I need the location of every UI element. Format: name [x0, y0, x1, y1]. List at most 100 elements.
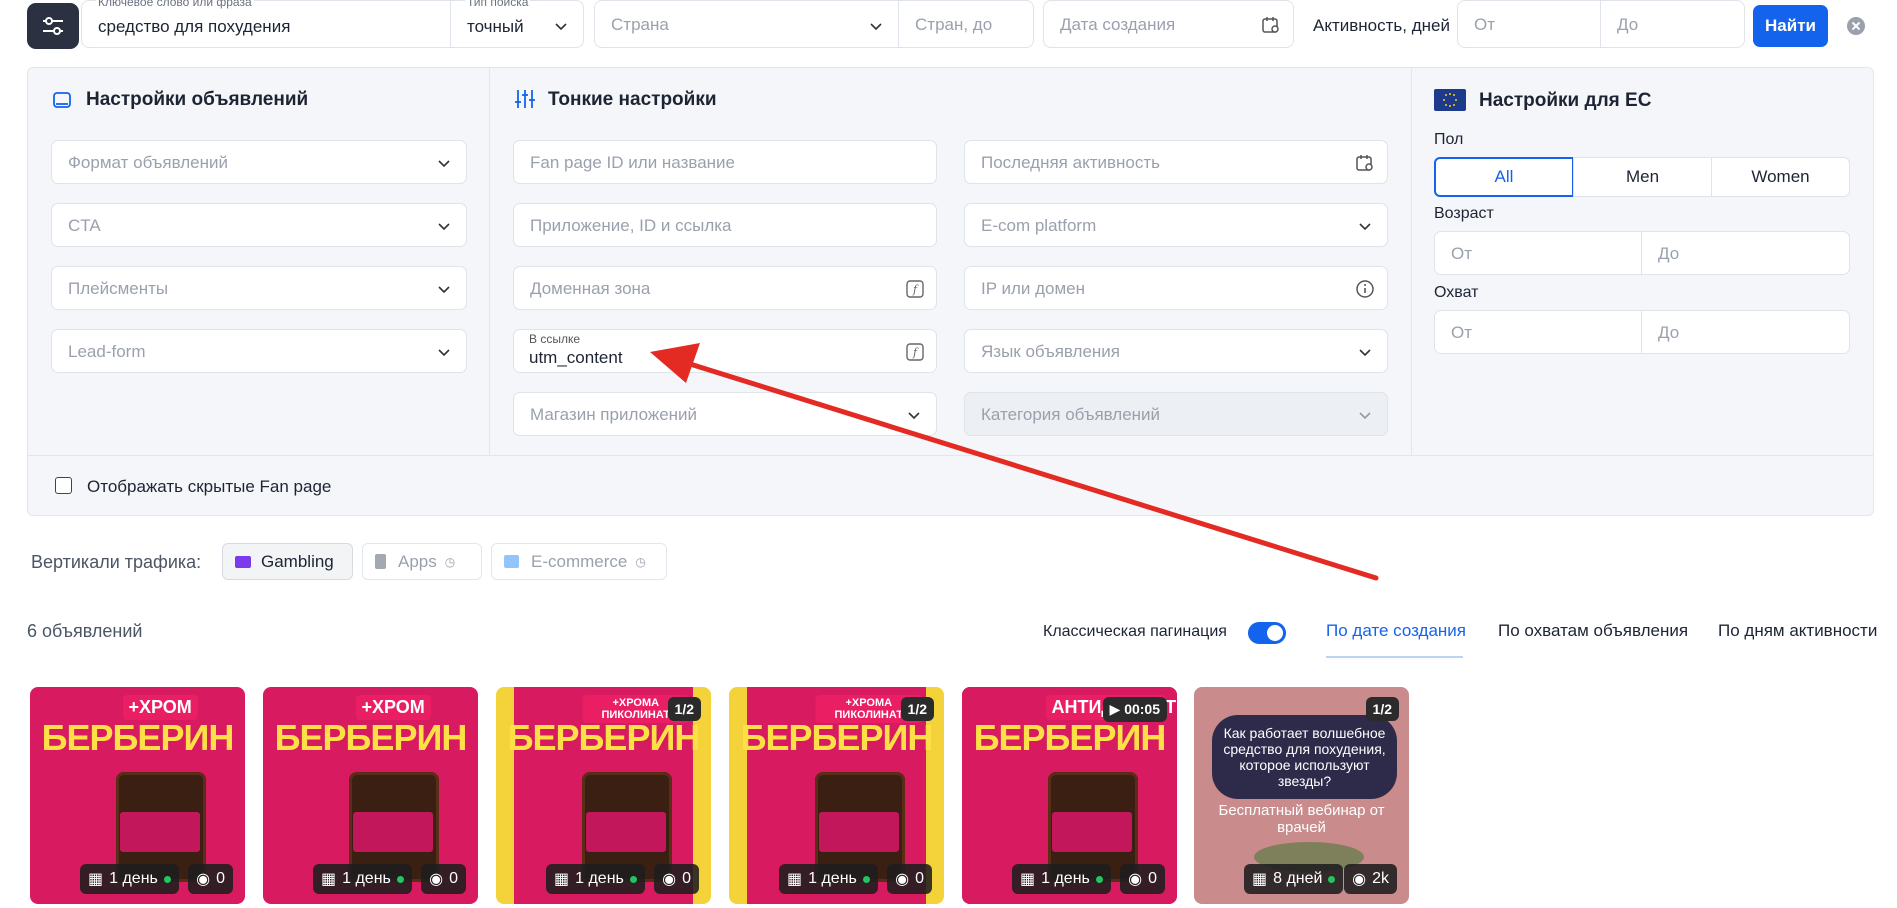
phone-icon [375, 554, 386, 569]
ad-card[interactable]: +ХРОМА ПИКОЛИНАТ БЕРБЕРИН 1/2 ▦ 1 день ◉ 0 [496, 687, 711, 904]
days-active-badge: ▦ 1 день [546, 864, 645, 894]
chevron-down-icon [438, 160, 450, 168]
domain-zone-input[interactable]: Доменная зона f [513, 266, 937, 310]
reach-from-placeholder: От [1451, 323, 1473, 342]
keyword-value: средство для похудения [98, 17, 291, 36]
ad-format-select[interactable]: Формат объявлений [51, 140, 467, 184]
hidden-pages-checkbox[interactable] [55, 477, 72, 494]
views-value: 0 [216, 870, 225, 887]
chevron-down-icon [438, 286, 450, 294]
chevron-down-icon [438, 349, 450, 357]
divider [1411, 68, 1412, 455]
tune-icon [515, 90, 535, 108]
age-label: Возраст [1434, 205, 1494, 222]
ad-card[interactable]: +ХРОМ БЕРБЕРИН ▦ 1 день ◉ 0 [263, 687, 478, 904]
ad-settings-title: Настройки объявлений [86, 89, 309, 110]
lead-form-select[interactable]: Lead-form [51, 329, 467, 373]
calendar-search-icon [1356, 155, 1373, 171]
country-select[interactable]: Страна [594, 0, 899, 48]
last-activity-input[interactable]: Последняя активность [964, 140, 1388, 184]
ad-card[interactable]: +ХРОМ БЕРБЕРИН ▦ 1 день ◉ 0 [30, 687, 245, 904]
eu-settings-title: Настройки для ЕС [1479, 90, 1652, 111]
app-store-placeholder: Магазин приложений [530, 405, 698, 424]
views-badge: ◉ 0 [421, 864, 466, 894]
ip-domain-input[interactable]: IP или домен [964, 266, 1388, 310]
tab-underline [1326, 656, 1463, 658]
cta-select[interactable]: CTA [51, 203, 467, 247]
tab-by-activity[interactable]: По дням активности [1718, 621, 1877, 641]
carousel-badge: 1/2 [900, 697, 934, 721]
placements-select[interactable]: Плейсменты [51, 266, 467, 310]
function-icon: f [906, 280, 924, 298]
reach-to-input[interactable]: До [1641, 310, 1850, 354]
info-icon[interactable] [1355, 279, 1375, 299]
views-value: 2k [1372, 870, 1389, 887]
views-value: 0 [915, 870, 924, 887]
cta-placeholder: CTA [68, 216, 101, 235]
calendar-icon: ▦ [88, 871, 104, 888]
app-input[interactable]: Приложение, ID и ссылка [513, 203, 937, 247]
activity-from-placeholder: От [1474, 15, 1496, 34]
countries-to-placeholder: Стран, до [915, 15, 993, 34]
link-label: В ссылке [529, 332, 581, 346]
activity-to-input[interactable]: До [1600, 0, 1745, 48]
verticals-label: Вертикали трафика: [31, 552, 202, 572]
countries-to-input[interactable]: Стран, до [898, 0, 1034, 48]
ip-domain-placeholder: IP или домен [981, 279, 1086, 298]
created-date-input[interactable]: Дата создания [1043, 0, 1294, 48]
country-placeholder: Страна [611, 15, 669, 34]
keyword-label: Ключевое слово или фраза [96, 0, 254, 9]
search-type-select[interactable]: Тип поиска точный [450, 0, 584, 48]
reach-from-input[interactable]: От [1434, 310, 1642, 354]
function-icon: f [906, 343, 924, 361]
vertical-ecommerce-chip[interactable]: E-commerce ◷ [491, 543, 667, 580]
calendar-icon: ▦ [1252, 871, 1268, 888]
link-contains-input[interactable]: В ссылке utm_content f [513, 329, 937, 373]
age-to-input[interactable]: До [1641, 231, 1850, 275]
ad-card[interactable]: АНТИДИАБЕТБЕРБЕРИН▶ 00:05▦1 день◉0 [962, 687, 1177, 904]
views-badge: ◉ 0 [654, 864, 699, 894]
ad-language-select[interactable]: Язык объявления [964, 329, 1388, 373]
svg-text:f: f [912, 346, 919, 359]
fan-page-placeholder: Fan page ID или название [530, 153, 735, 172]
chevron-down-icon [438, 223, 450, 231]
days-active-value: 1 день [808, 870, 857, 887]
keyword-field[interactable]: Ключевое слово или фраза средство для по… [81, 0, 451, 48]
clock-icon: ◷ [444, 554, 456, 569]
eye-icon: ◉ [1352, 871, 1367, 888]
tab-by-reach[interactable]: По охватам объявления [1498, 621, 1688, 641]
active-dot [1095, 875, 1103, 883]
eu-flag-icon [1434, 89, 1466, 111]
gender-men-button[interactable]: Men [1573, 157, 1712, 197]
active-dot [629, 875, 637, 883]
link-value: utm_content [529, 348, 623, 367]
gender-women-button[interactable]: Women [1711, 157, 1850, 197]
app-placeholder: Приложение, ID и ссылка [530, 216, 732, 235]
calendar-icon: ▦ [1020, 871, 1036, 888]
ad-card[interactable]: +ХРОМА ПИКОЛИНАТ БЕРБЕРИН 1/2 ▦ 1 день ◉ 0 [729, 687, 944, 904]
activity-from-input[interactable]: От [1457, 0, 1601, 48]
ad-card[interactable]: Как работает волшебное средство для поху… [1194, 687, 1409, 904]
created-date-placeholder: Дата создания [1060, 15, 1176, 34]
tab-by-date[interactable]: По дате создания [1326, 621, 1466, 641]
vertical-gambling-chip[interactable]: Gambling [222, 543, 353, 580]
find-button[interactable]: Найти [1753, 5, 1828, 47]
divider [28, 455, 1873, 456]
filters-toggle-button[interactable] [27, 3, 79, 49]
views-badge: ◉ 0 [188, 864, 233, 894]
active-dot [163, 875, 171, 883]
days-active-value: 1 день [109, 870, 158, 887]
app-store-select[interactable]: Магазин приложений [513, 392, 937, 436]
vertical-apps-chip[interactable]: Apps ◷ [362, 543, 482, 580]
age-from-input[interactable]: От [1434, 231, 1642, 275]
fan-page-input[interactable]: Fan page ID или название [513, 140, 937, 184]
ecom-platform-select[interactable]: E-com platform [964, 203, 1388, 247]
chevron-down-icon [908, 412, 920, 420]
clear-icon[interactable] [1846, 16, 1866, 36]
activity-to-placeholder: До [1617, 15, 1639, 34]
classic-pagination-toggle[interactable] [1248, 622, 1286, 644]
chevron-down-icon [1359, 412, 1371, 420]
views-value: 0 [449, 870, 458, 887]
days-active-badge: ▦ 1 день [779, 864, 878, 894]
gender-all-button[interactable]: All [1434, 157, 1574, 197]
